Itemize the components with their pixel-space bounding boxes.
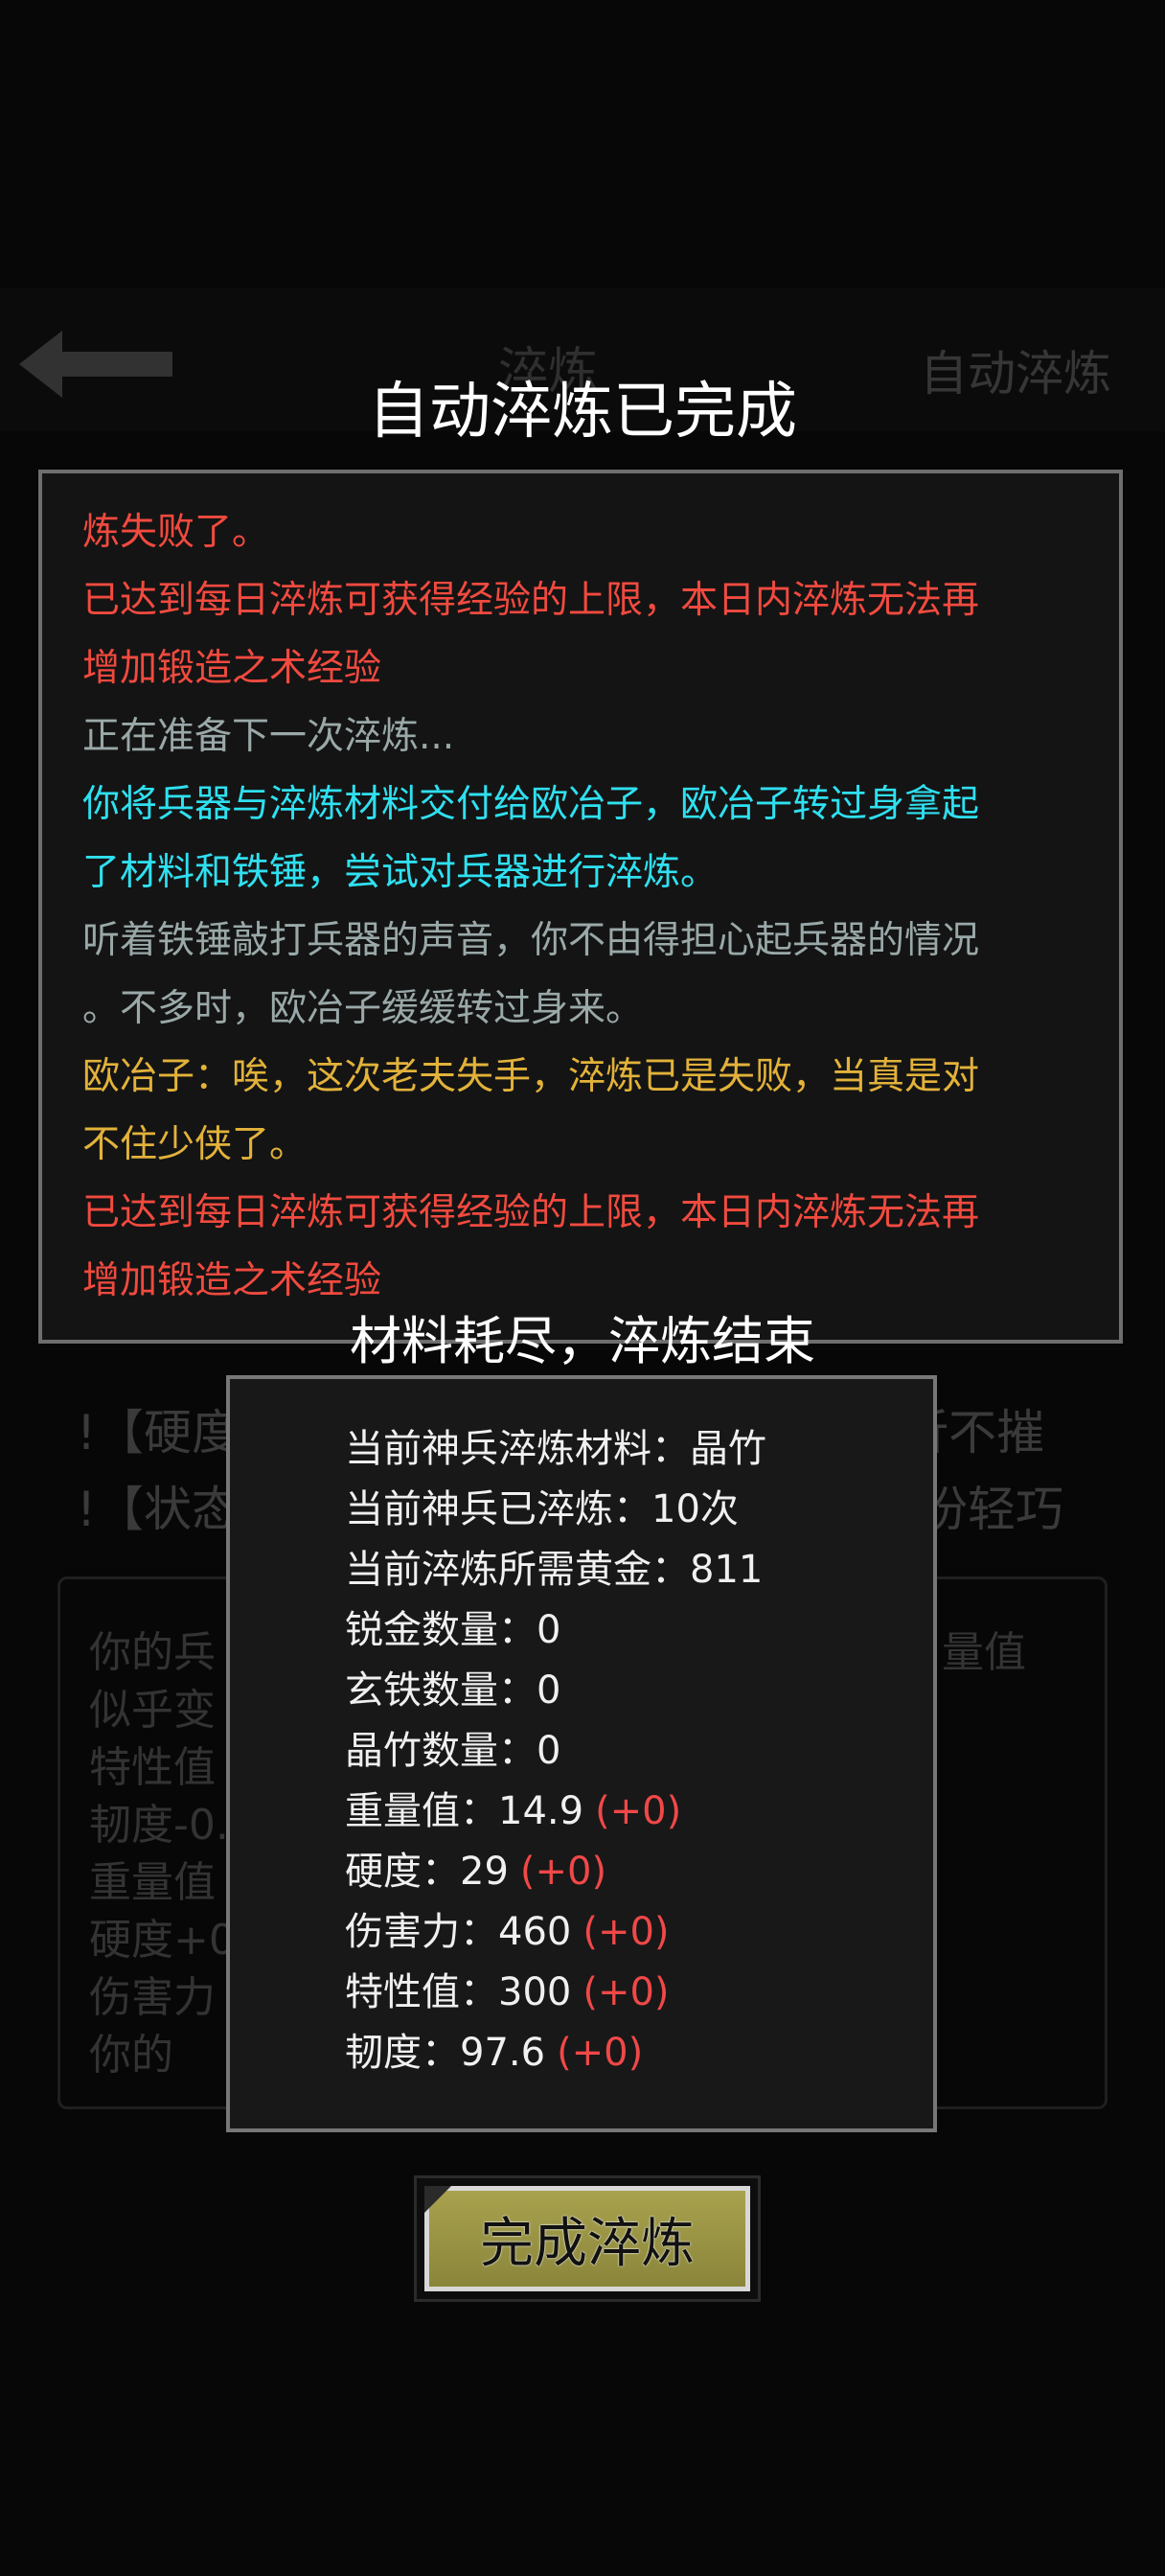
stat-delta: (+0)	[595, 1789, 682, 1833]
stat-row: 韧度：97.6 (+0)	[345, 2023, 933, 2083]
log-line: 。不多时，欧冶子缓缓转过身来。	[82, 987, 644, 1030]
stat-row: 重量值：14.9 (+0)	[345, 1782, 933, 1842]
modal-title: 自动淬炼已完成	[368, 377, 797, 448]
log-line: 听着铁锤敲打兵器的声音，你不由得担心起兵器的情况	[82, 919, 980, 962]
background-warning-1: !【硬度	[77, 1405, 240, 1460]
background-panel-line: 硬度+0	[89, 1916, 236, 1965]
background-panel-line: 你的兵	[89, 1628, 216, 1677]
screen: 淬炼 自动淬炼 !【硬度 百折不摧 !【状态 份轻巧 你的兵 似乎变 特性值 韧…	[0, 0, 1165, 2576]
log-line: 你将兵器与淬炼材料交付给欧冶子，欧冶子转过身拿起	[82, 783, 980, 826]
stat-text: 锐金数量：0	[345, 1608, 561, 1652]
stat-text: 玄铁数量：0	[345, 1668, 561, 1713]
stat-text: 当前神兵淬炼材料：晶竹	[345, 1427, 766, 1471]
stat-text: 特性值：300	[345, 1970, 572, 2014]
background-panel-line: 韧度-0.	[89, 1801, 229, 1850]
stat-text: 韧度：97.6	[345, 2031, 546, 2075]
log-line: 增加锻造之术经验	[82, 647, 382, 690]
stat-text: 重量值：14.9	[345, 1789, 584, 1833]
stat-row: 玄铁数量：0	[345, 1661, 933, 1721]
stat-row: 伤害力：460 (+0)	[345, 1902, 933, 1963]
stat-row: 锐金数量：0	[345, 1600, 933, 1661]
log-line: 炼失败了。	[82, 511, 270, 554]
stat-delta: (+0)	[557, 2031, 644, 2075]
summary-title: 材料耗尽，淬炼结束	[350, 1311, 815, 1371]
finish-refine-button[interactable]: 完成淬炼	[424, 2186, 750, 2291]
log-line: 正在准备下一次淬炼...	[82, 715, 455, 758]
log-line: 已达到每日淬炼可获得经验的上限，本日内淬炼无法再	[82, 579, 980, 622]
stat-row: 当前神兵淬炼材料：晶竹	[345, 1419, 933, 1480]
background-panel-line: 你的	[89, 2031, 173, 2080]
refine-stats-panel: 当前神兵淬炼材料：晶竹 当前神兵已淬炼：10次 当前淬炼所需黄金：811 锐金数…	[226, 1375, 937, 2132]
stat-row: 特性值：300 (+0)	[345, 1963, 933, 2023]
stat-text: 当前神兵已淬炼：10次	[345, 1487, 739, 1531]
background-panel-line: 特性值	[89, 1743, 216, 1792]
background-panel-line: 伤害力	[89, 1973, 216, 2022]
background-warning-2: !【状态	[77, 1482, 240, 1537]
background-warning-2-right: 份轻巧	[920, 1482, 1063, 1537]
background-panel-line: 重量值	[89, 1858, 216, 1907]
stat-text: 当前淬炼所需黄金：811	[345, 1548, 764, 1592]
stat-delta: (+0)	[582, 1910, 670, 1954]
stat-delta: (+0)	[519, 1850, 607, 1894]
stat-row: 当前淬炼所需黄金：811	[345, 1540, 933, 1600]
background-panel-line: 似乎变	[89, 1686, 216, 1735]
stat-row: 硬度：29 (+0)	[345, 1842, 933, 1902]
log-line: 了材料和铁锤，尝试对兵器进行淬炼。	[82, 851, 719, 894]
stat-text: 晶竹数量：0	[345, 1729, 561, 1773]
stat-row: 晶竹数量：0	[345, 1721, 933, 1782]
background-panel-right: 量值	[942, 1628, 1026, 1677]
stat-text: 硬度：29	[345, 1850, 509, 1894]
log-line: 已达到每日淬炼可获得经验的上限，本日内淬炼无法再	[82, 1191, 980, 1234]
log-line: 欧冶子：唉，这次老夫失手，淬炼已是失败，当真是对	[82, 1055, 980, 1098]
refine-log-panel[interactable]: 炼失败了。 已达到每日淬炼可获得经验的上限，本日内淬炼无法再 增加锻造之术经验 …	[38, 470, 1123, 1344]
stat-row: 当前神兵已淬炼：10次	[345, 1480, 933, 1540]
stat-text: 伤害力：460	[345, 1910, 572, 1954]
finish-button-frame: 完成淬炼	[414, 2175, 761, 2302]
stat-delta: (+0)	[582, 1970, 670, 2014]
log-line: 不住少侠了。	[82, 1123, 308, 1166]
